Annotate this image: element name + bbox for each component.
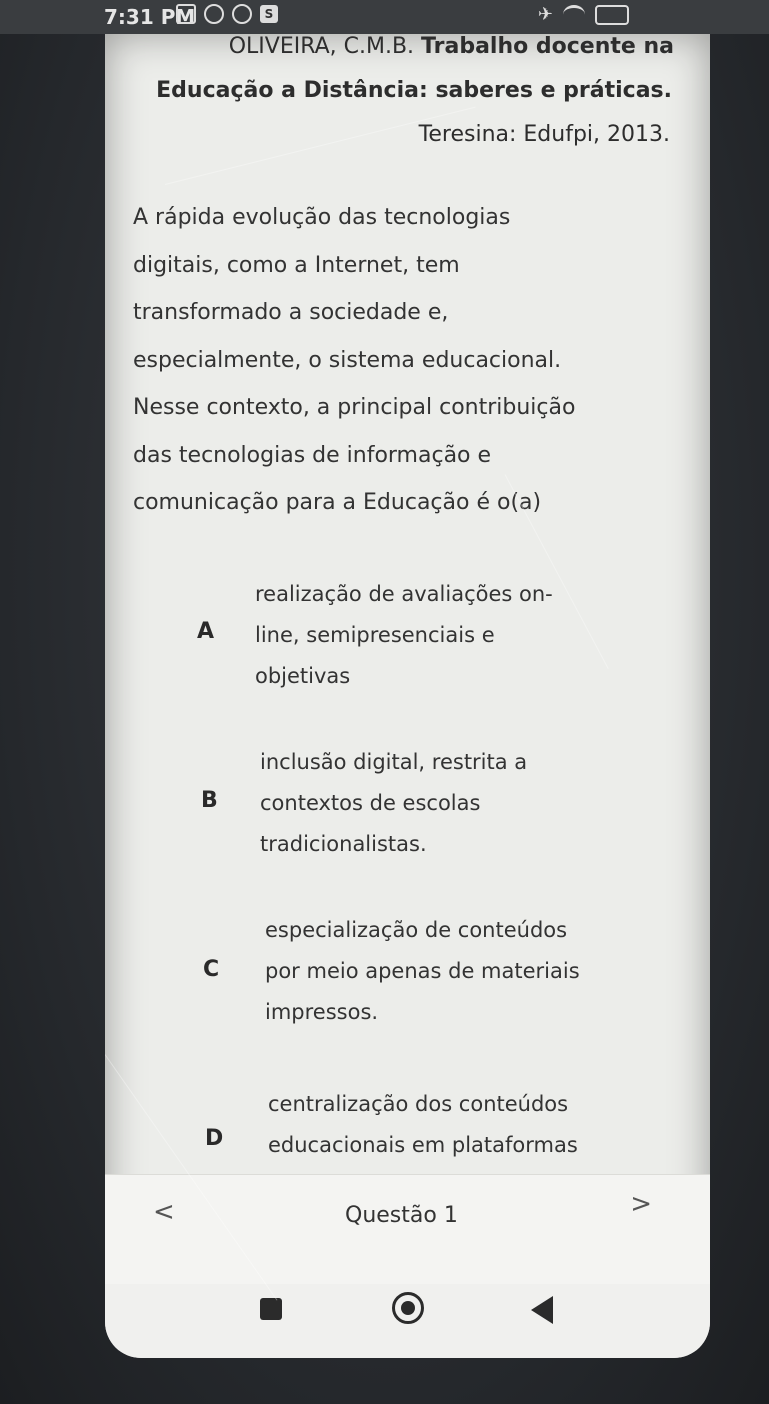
question-navigation: < Questão 1 > (105, 1174, 710, 1285)
question-title: Questão 1 (345, 1203, 458, 1228)
photo-frame: 7:31 PM S ✈ OLIVEIRA, C.M.B. Trabalho do… (0, 0, 769, 1404)
phone-screen: OLIVEIRA, C.M.B. Trabalho docente na Edu… (105, 34, 710, 1358)
alarm-icon (176, 4, 196, 24)
reference-line-3: Teresina: Edufpi, 2013. (418, 122, 670, 147)
option-text: inclusão digital, restrita a contextos d… (260, 750, 528, 856)
battery-icon (595, 4, 629, 25)
option-text: realização de avaliações on- line, semip… (255, 582, 553, 688)
airplane-icon: ✈ (537, 4, 553, 25)
reference-line-1: OLIVEIRA, C.M.B. Trabalho docente na (228, 34, 674, 59)
system-icons: ✈ (538, 4, 629, 25)
option-letter: A (197, 619, 215, 644)
recents-icon[interactable] (260, 1298, 282, 1320)
option-letter: C (203, 957, 220, 982)
android-navigation-bar (105, 1284, 710, 1358)
s-badge-icon: S (260, 5, 278, 23)
notification-icons: S (176, 4, 278, 24)
previous-question-button[interactable]: < (153, 1197, 175, 1227)
next-question-button[interactable]: > (630, 1189, 652, 1219)
reference-line-2: Educação a Distância: saberes e práticas… (156, 78, 672, 103)
option-letter: D (205, 1126, 224, 1151)
back-icon[interactable] (531, 1296, 553, 1324)
option-text: especialização de conteúdos por meio ape… (265, 918, 580, 1024)
whatsapp-icon (232, 4, 252, 24)
clock-icon (204, 4, 224, 24)
option-text: centralização dos conteúdos educacionais… (268, 1092, 578, 1157)
home-icon[interactable] (392, 1292, 424, 1324)
wifi-icon (563, 5, 585, 24)
option-letter: B (201, 788, 218, 813)
question-text: A rápida evolução das tecnologias digita… (133, 205, 576, 515)
status-bar: 7:31 PM S ✈ (0, 0, 769, 34)
